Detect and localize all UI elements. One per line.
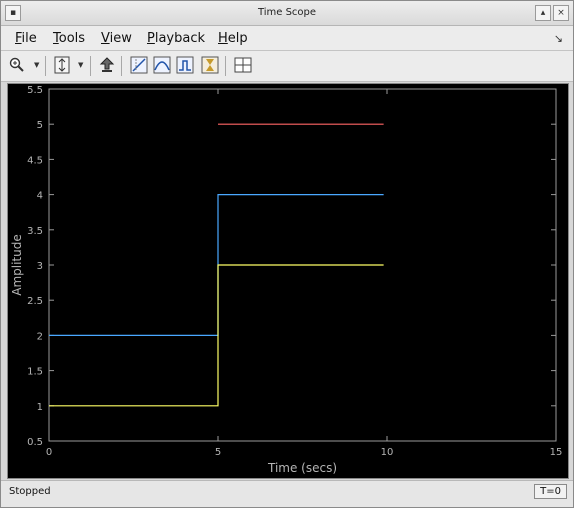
maximize-icon[interactable]: ▴ [535,5,551,21]
time-scope-window: Time Scope ▪ ▴ × File Tools View Playbac… [0,0,574,508]
peak-finder-icon[interactable] [175,55,195,75]
toolbar-separator [121,56,122,76]
y-tick-label: 2.5 [27,296,43,307]
menu-bar: File Tools View Playback Help ↘ [1,26,573,51]
trigger-icon[interactable] [200,55,220,75]
menu-view[interactable]: View [101,31,132,46]
autoscale-icon[interactable] [52,55,72,75]
dock-arrow-icon[interactable]: ↘ [554,32,563,45]
y-tick-label: 1 [37,402,43,413]
window-menu-icon[interactable]: ▪ [5,5,21,21]
y-tick-label: 3.5 [27,226,43,237]
menu-playback[interactable]: Playback [147,31,205,46]
toolbar: ▼ ▼ [1,51,573,82]
menu-help[interactable]: Help [218,31,248,46]
y-tick-label: 0.5 [27,437,43,448]
highlight-icon[interactable] [97,55,117,75]
layout-icon[interactable] [233,55,253,75]
toolbar-separator [225,56,226,76]
x-tick-label: 0 [46,447,52,458]
zoom-dropdown-icon[interactable]: ▼ [34,61,39,69]
y-tick-label: 5 [37,120,43,131]
x-tick-label: 15 [550,447,563,458]
toolbar-separator [45,56,46,76]
y-tick-label: 4 [37,191,43,202]
scope-chart: 0.5 1 1.5 2 2.5 3 3.5 4 4.5 5 5.5 0 5 10 15 Time (secs)… [10,85,563,475]
menu-file[interactable]: File [15,31,37,46]
cursor-measure-icon[interactable] [129,55,149,75]
status-text: Stopped [9,486,51,497]
y-tick-label: 1.5 [27,367,43,378]
y-tick-label: 5.5 [27,85,43,96]
autoscale-dropdown-icon[interactable]: ▼ [78,61,83,69]
toolbar-separator [90,56,91,76]
signal-stats-icon[interactable] [152,55,172,75]
y-tick-label: 4.5 [27,155,43,166]
title-bar[interactable]: Time Scope ▪ ▴ × [1,1,573,26]
x-tick-label: 5 [215,447,221,458]
simulation-time: T=0 [534,484,567,499]
y-tick-label: 3 [37,261,43,272]
close-icon[interactable]: × [553,5,569,21]
x-tick-label: 10 [381,447,394,458]
plot-area: 0.5 1 1.5 2 2.5 3 3.5 4 4.5 5 5.5 0 5 10 15 Time (secs)… [7,83,569,479]
y-tick-label: 2 [37,331,43,342]
zoom-in-icon[interactable] [7,55,27,75]
menu-tools[interactable]: Tools [53,31,85,46]
y-axis-label: Amplitude [10,234,24,296]
status-bar: Stopped T=0 [1,480,573,507]
window-title: Time Scope [257,7,317,18]
x-axis-label: Time (secs) [267,461,337,475]
